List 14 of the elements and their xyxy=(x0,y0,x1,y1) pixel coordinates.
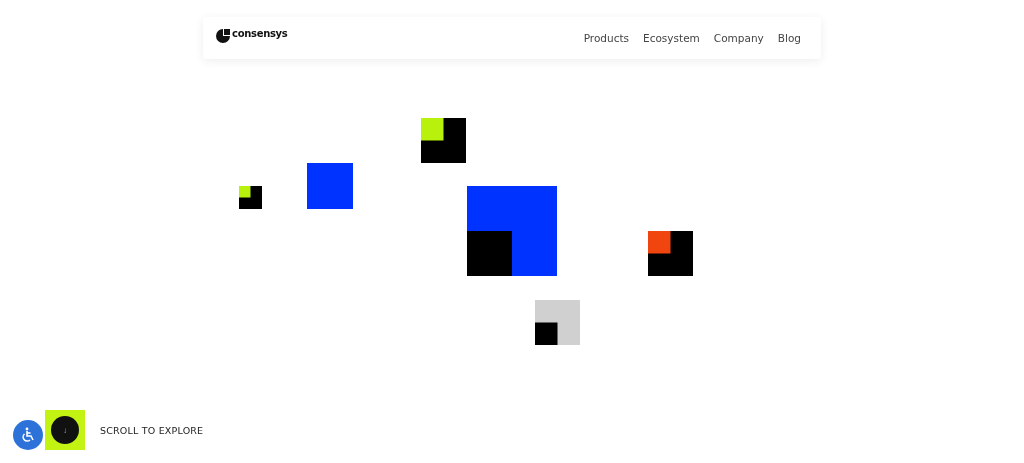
nav-link[interactable]: Ecosystem xyxy=(643,32,700,44)
square-tile-drawing xyxy=(421,118,466,163)
nav-link[interactable]: Blog xyxy=(777,32,801,44)
logo-text[interactable]: consensys xyxy=(232,27,288,39)
square-tile-drawing xyxy=(535,300,580,345)
square-tile-drawing xyxy=(648,231,693,276)
logo-icon[interactable] xyxy=(216,29,230,43)
nav-link[interactable]: Products xyxy=(583,32,630,44)
square-tile-drawing xyxy=(307,163,353,209)
square-tile-drawing xyxy=(239,186,262,209)
scroll-down-button[interactable]: ↓ xyxy=(45,410,85,450)
nav-link[interactable]: Company xyxy=(713,32,764,44)
accessibility-icon[interactable] xyxy=(13,420,43,450)
scroll-label: SCROLL TO EXPLORE xyxy=(100,424,204,436)
